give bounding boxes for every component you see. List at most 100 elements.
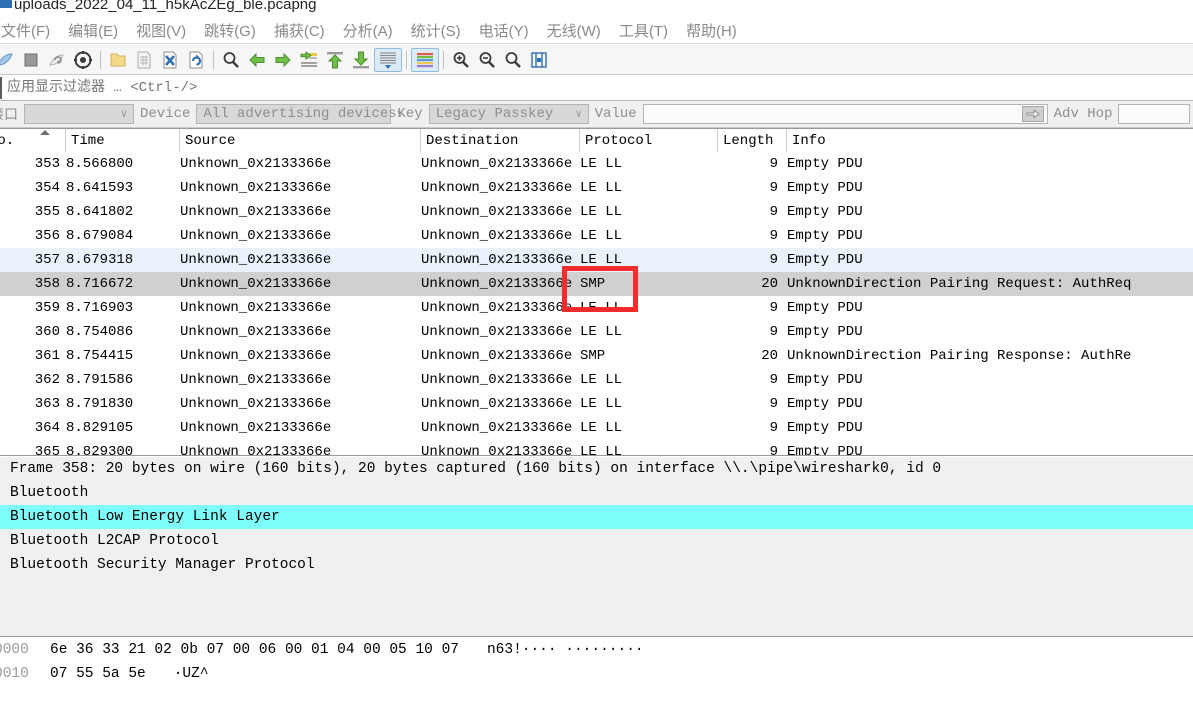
cell-protocol: LE LL <box>580 420 623 436</box>
chevron-down-icon: ∨ <box>396 109 404 121</box>
cell-no: 359 <box>34 300 60 316</box>
packet-list-row[interactable]: 358 8.716672 Unknown_0x2133366e Unknown_0x2… <box>0 272 1193 296</box>
menu-item-help[interactable]: 帮助(H) <box>677 18 746 43</box>
menu-item-analyze[interactable]: 分析(A) <box>334 18 402 43</box>
cell-no: 363 <box>34 396 60 412</box>
column-header-length[interactable]: Length <box>718 129 787 152</box>
menu-item-view[interactable]: 视图(V) <box>127 18 195 43</box>
resize-columns-icon[interactable] <box>526 48 552 72</box>
display-filter-input[interactable] <box>0 77 1193 99</box>
packet-list-row[interactable]: 362 8.791586 Unknown_0x2133366e Unknown_0x2… <box>0 368 1193 392</box>
menu-item-file[interactable]: 文件(F) <box>0 18 59 43</box>
find-packet-icon[interactable] <box>218 48 244 72</box>
packet-list-row[interactable]: 365 8.829300 Unknown_0x2133366e Unknown_0x2… <box>0 440 1193 456</box>
cell-protocol: SMP <box>580 348 606 364</box>
menu-item-capture[interactable]: 捕获(C) <box>265 18 334 43</box>
go-first-packet-icon[interactable] <box>322 48 348 72</box>
open-file-icon[interactable] <box>105 48 131 72</box>
packet-list-row[interactable]: 360 8.754086 Unknown_0x2133366e Unknown_0x2… <box>0 320 1193 344</box>
wireshark-icon <box>0 0 12 8</box>
cell-length: 9 <box>769 180 778 196</box>
menu-item-edit[interactable]: 编辑(E) <box>59 18 127 43</box>
column-header-info[interactable]: Info <box>787 129 1193 152</box>
capture-options-icon[interactable] <box>70 48 96 72</box>
key-select[interactable]: Legacy Passkey ∨ <box>428 104 589 124</box>
cell-no: 361 <box>34 348 60 364</box>
go-back-icon[interactable] <box>244 48 270 72</box>
menu-item-telephony[interactable]: 电话(Y) <box>470 18 538 43</box>
cell-no: 365 <box>34 444 60 456</box>
column-header-time[interactable]: Time <box>66 129 180 152</box>
column-header-protocol[interactable]: Protocol <box>580 129 718 152</box>
cell-length: 9 <box>769 372 778 388</box>
interface-select[interactable]: ∨ <box>24 104 134 124</box>
cell-protocol: LE LL <box>580 156 623 172</box>
zoom-reset-icon[interactable] <box>500 48 526 72</box>
column-header-source[interactable]: Source <box>180 129 421 152</box>
hex-ascii: n63!···· ········· <box>486 642 644 658</box>
packet-detail-row[interactable]: Bluetooth L2CAP Protocol <box>0 529 1193 553</box>
zoom-out-icon[interactable] <box>474 48 500 72</box>
hex-dump-row[interactable]: 0010 07 55 5a 5e ·UZ^ <box>0 662 1193 686</box>
apply-arrow-icon[interactable] <box>1021 106 1044 122</box>
hex-bytes: 6e 36 33 21 02 0b 07 00 06 00 01 04 00 0… <box>50 642 459 658</box>
packet-list-row[interactable]: 361 8.754415 Unknown_0x2133366e Unknown_0x2… <box>0 344 1193 368</box>
packet-list[interactable]: 353 8.566800 Unknown_0x2133366e Unknown_0x2… <box>0 152 1193 456</box>
go-forward-icon[interactable] <box>270 48 296 72</box>
start-capture-icon[interactable] <box>0 48 18 72</box>
packet-detail-row[interactable]: Bluetooth Security Manager Protocol <box>0 553 1193 577</box>
cell-protocol: LE LL <box>580 300 623 316</box>
packet-detail-row[interactable]: Bluetooth <box>0 481 1193 505</box>
cell-no: 353 <box>34 156 60 172</box>
hex-ascii: ·UZ^ <box>173 666 209 682</box>
column-header-no[interactable]: No. <box>0 129 66 152</box>
menu-item-statistics[interactable]: 统计(S) <box>402 18 470 43</box>
save-file-icon[interactable] <box>131 48 157 72</box>
menu-item-wireless[interactable]: 无线(W) <box>538 18 610 43</box>
chevron-down-icon: ∨ <box>120 109 128 121</box>
column-header-destination[interactable]: Destination <box>421 129 580 152</box>
cell-info: Empty PDU <box>787 444 863 456</box>
value-input[interactable] <box>642 104 1048 124</box>
adv-hop-input[interactable] <box>1118 104 1191 124</box>
cell-info: Empty PDU <box>787 300 863 316</box>
cell-length: 9 <box>769 252 778 268</box>
packet-list-row[interactable]: 363 8.791830 Unknown_0x2133366e Unknown_0x2… <box>0 392 1193 416</box>
menu-item-go[interactable]: 跳转(G) <box>195 18 265 43</box>
reload-file-icon[interactable] <box>183 48 209 72</box>
packet-detail-pane[interactable]: Frame 358: 20 bytes on wire (160 bits), … <box>0 457 1193 637</box>
colorize-icon[interactable] <box>411 47 439 72</box>
cell-no: 362 <box>34 372 60 388</box>
restart-capture-icon[interactable] <box>44 48 70 72</box>
hex-dump-row[interactable]: 0000 6e 36 33 21 02 0b 07 00 06 00 01 04 … <box>0 638 1193 662</box>
toolbar-separator <box>406 50 407 69</box>
menu-item-tools[interactable]: 工具(T) <box>610 18 677 43</box>
device-select[interactable]: All advertising devices ∨ <box>196 104 403 124</box>
cell-no: 360 <box>34 324 60 340</box>
zoom-in-icon[interactable] <box>448 48 474 72</box>
hex-offset: 0010 <box>0 666 29 682</box>
auto-scroll-icon[interactable] <box>374 47 402 72</box>
device-label: Device <box>140 106 191 122</box>
close-file-icon[interactable] <box>157 48 183 72</box>
packet-bytes-pane[interactable]: 0000 6e 36 33 21 02 0b 07 00 06 00 01 04 … <box>0 638 1193 703</box>
go-last-packet-icon[interactable] <box>348 48 374 72</box>
packet-list-row[interactable]: 354 8.641593 Unknown_0x2133366e Unknown_0x2… <box>0 176 1193 200</box>
packet-list-row[interactable]: 359 8.716903 Unknown_0x2133366e Unknown_0x2… <box>0 296 1193 320</box>
packet-list-row[interactable]: 356 8.679084 Unknown_0x2133366e Unknown_0x2… <box>0 224 1193 248</box>
cell-protocol: LE LL <box>580 372 623 388</box>
go-to-packet-icon[interactable] <box>296 48 322 72</box>
packet-detail-row[interactable]: Bluetooth Low Energy Link Layer <box>0 505 1193 529</box>
packet-detail-row[interactable]: Frame 358: 20 bytes on wire (160 bits), … <box>0 457 1193 481</box>
cell-info: Empty PDU <box>787 252 863 268</box>
stop-capture-icon[interactable] <box>18 48 44 72</box>
cell-length: 9 <box>769 204 778 220</box>
cell-info: Empty PDU <box>787 228 863 244</box>
cell-protocol: LE LL <box>580 444 623 456</box>
packet-list-row[interactable]: 357 8.679318 Unknown_0x2133366e Unknown_0x2… <box>0 248 1193 272</box>
packet-list-row[interactable]: 364 8.829105 Unknown_0x2133366e Unknown_0x2… <box>0 416 1193 440</box>
packet-list-row[interactable]: 353 8.566800 Unknown_0x2133366e Unknown_0x2… <box>0 152 1193 176</box>
value-label: Value <box>594 106 637 122</box>
cell-no: 356 <box>34 228 60 244</box>
packet-list-row[interactable]: 355 8.641802 Unknown_0x2133366e Unknown_0x2… <box>0 200 1193 224</box>
